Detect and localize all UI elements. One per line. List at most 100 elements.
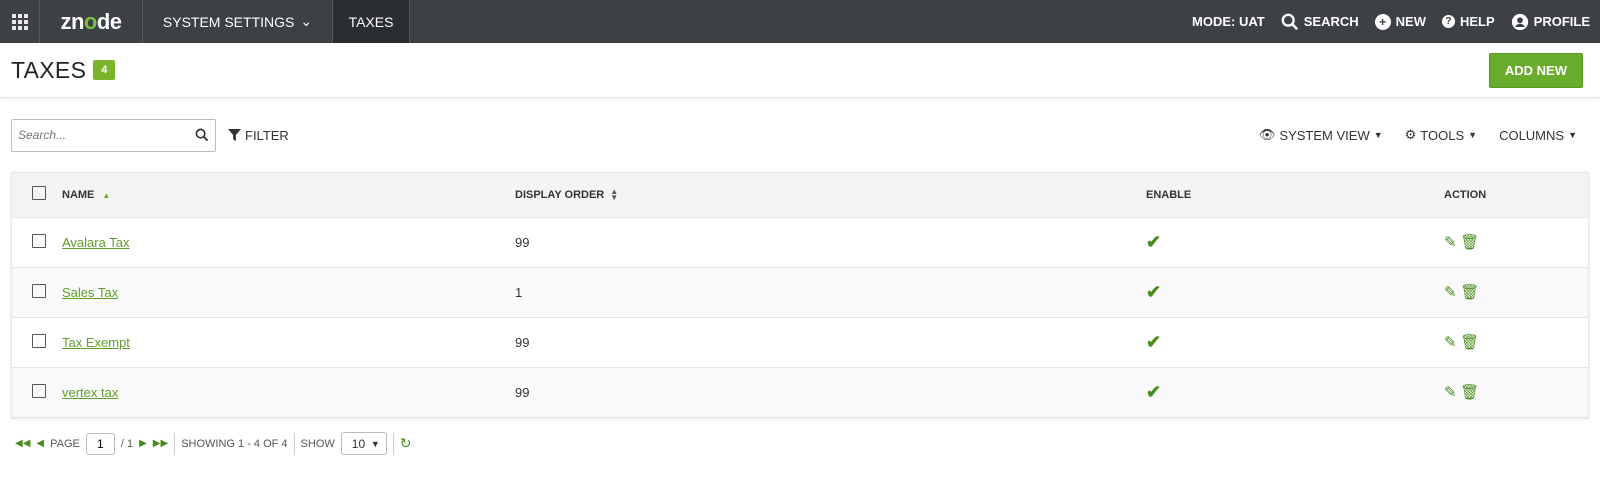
filter-label: FILTER: [245, 127, 289, 143]
show-label: SHOW: [300, 437, 335, 450]
action-cell: ✎ 🗑: [1444, 316, 1588, 367]
chevron-down-icon: ⌄: [300, 13, 313, 29]
select-all-cell: [12, 173, 62, 217]
grid-toolbar: FILTER 👁 SYSTEM VIEW ▼ ⚙ TOOLS ▼ COLUMNS…: [0, 98, 1600, 172]
new-button[interactable]: + NEW: [1374, 13, 1426, 30]
taxes-table: NAME ▲ DISPLAY ORDER ▲ ▼ ENABLE ACTION Aval…: [12, 173, 1588, 417]
name-cell: Tax Exempt: [62, 316, 515, 367]
apps-menu-button[interactable]: [0, 0, 40, 43]
columns-dropdown[interactable]: COLUMNS ▼: [1499, 128, 1577, 143]
tab-taxes[interactable]: TAXES: [333, 0, 410, 43]
last-page-icon[interactable]: ▶▶: [153, 438, 168, 449]
table-row: vertex tax 99 ✔ ✎ 🗑: [12, 366, 1588, 417]
table-header-row: NAME ▲ DISPLAY ORDER ▲ ▼ ENABLE ACTION: [12, 173, 1588, 217]
sort-icon: ▲ ▼: [610, 186, 619, 202]
trash-icon[interactable]: 🗑: [1460, 384, 1479, 401]
action-cell: ✎ 🗑: [1444, 266, 1588, 317]
check-icon: ✔: [1146, 331, 1162, 352]
column-header-action: ACTION: [1444, 173, 1588, 217]
column-header-display-order[interactable]: DISPLAY ORDER ▲ ▼: [515, 173, 1146, 217]
page-title: TAXES: [11, 56, 87, 83]
name-cell: vertex tax: [62, 366, 515, 417]
caret-down-icon: ▼: [1373, 130, 1383, 140]
eye-icon: 👁: [1258, 127, 1276, 142]
column-display-order-label: DISPLAY ORDER: [515, 188, 605, 201]
row-checkbox[interactable]: [32, 283, 46, 298]
page-number-input[interactable]: [85, 432, 115, 455]
tax-name-link[interactable]: Avalara Tax: [62, 235, 129, 250]
column-action-label: ACTION: [1444, 188, 1487, 201]
tax-name-link[interactable]: vertex tax: [62, 385, 118, 400]
page-size-value: 10: [351, 436, 366, 451]
filter-icon: [228, 128, 241, 141]
search-button[interactable]: SEARCH: [1281, 13, 1359, 31]
row-select-cell: [12, 316, 62, 367]
grid-icon: [11, 13, 28, 30]
system-view-dropdown[interactable]: 👁 SYSTEM VIEW ▼: [1259, 127, 1383, 143]
column-header-name[interactable]: NAME ▲: [62, 173, 515, 217]
columns-label: COLUMNS: [1499, 127, 1565, 143]
search-icon: [1281, 13, 1298, 30]
system-settings-menu[interactable]: SYSTEM SETTINGS ⌄: [143, 0, 333, 43]
gear-icon: ⚙: [1404, 127, 1417, 142]
row-checkbox[interactable]: [32, 383, 46, 398]
tools-dropdown[interactable]: ⚙ TOOLS ▼: [1405, 127, 1477, 143]
row-select-cell: [12, 216, 62, 267]
first-page-icon[interactable]: ◀◀: [15, 438, 30, 449]
edit-pencil-icon[interactable]: ✎: [1444, 334, 1457, 351]
row-checkbox[interactable]: [32, 233, 46, 248]
tools-label: TOOLS: [1420, 127, 1465, 143]
name-cell: Avalara Tax: [62, 216, 515, 267]
display-order-cell: 99: [515, 216, 1146, 267]
tax-name-link[interactable]: Tax Exempt: [62, 335, 130, 350]
check-icon: ✔: [1146, 381, 1162, 402]
search-box: [11, 118, 216, 152]
edit-pencil-icon[interactable]: ✎: [1444, 284, 1457, 301]
filter-button[interactable]: FILTER: [228, 128, 289, 143]
row-checkbox[interactable]: [32, 333, 46, 348]
check-icon: ✔: [1146, 281, 1162, 302]
prev-page-icon[interactable]: ◀: [36, 438, 44, 449]
divider: [293, 432, 295, 455]
sort-up-icon: ▲: [102, 190, 111, 200]
profile-button[interactable]: PROFILE: [1511, 13, 1590, 31]
enable-cell: ✔: [1146, 266, 1444, 317]
search-icon[interactable]: [195, 128, 209, 142]
name-cell: Sales Tax: [62, 266, 515, 317]
display-order-cell: 99: [515, 316, 1146, 367]
refresh-icon[interactable]: ↻: [400, 435, 412, 452]
help-label: HELP: [1459, 14, 1495, 29]
column-name-label: NAME: [62, 188, 95, 201]
table-row: Avalara Tax 99 ✔ ✎ 🗑: [12, 216, 1588, 267]
add-new-button[interactable]: ADD NEW: [1488, 52, 1583, 88]
select-all-checkbox[interactable]: [32, 186, 46, 201]
divider: [174, 432, 176, 455]
trash-icon[interactable]: 🗑: [1460, 334, 1479, 351]
page-size-select[interactable]: 10 ▼: [340, 432, 387, 455]
tab-taxes-label: TAXES: [348, 13, 394, 30]
edit-pencil-icon[interactable]: ✎: [1444, 384, 1457, 401]
plus-circle-icon: +: [1374, 13, 1391, 30]
search-input[interactable]: [18, 128, 188, 142]
system-settings-label: SYSTEM SETTINGS: [162, 13, 295, 30]
page-label: PAGE: [50, 437, 80, 450]
user-circle-icon: [1511, 13, 1528, 30]
page-header: TAXES 4 ADD NEW: [0, 43, 1600, 98]
table-row: Sales Tax 1 ✔ ✎ 🗑: [12, 266, 1588, 317]
next-page-icon[interactable]: ▶: [139, 438, 147, 449]
tax-name-link[interactable]: Sales Tax: [62, 285, 118, 300]
check-icon: ✔: [1146, 231, 1162, 252]
znode-logo[interactable]: zn o de: [40, 0, 143, 43]
new-label: NEW: [1395, 14, 1426, 29]
help-button[interactable]: ? HELP: [1441, 14, 1495, 29]
top-navbar: zn o de SYSTEM SETTINGS ⌄ TAXES MODE: UAT …: [0, 0, 1600, 43]
showing-count: SHOWING 1 - 4 OF 4: [181, 437, 288, 450]
mode-label: MODE: UAT: [1192, 14, 1265, 29]
edit-pencil-icon[interactable]: ✎: [1444, 234, 1457, 251]
taxes-table-container: NAME ▲ DISPLAY ORDER ▲ ▼ ENABLE ACTION Aval…: [11, 172, 1589, 418]
enable-cell: ✔: [1146, 366, 1444, 417]
trash-icon[interactable]: 🗑: [1460, 284, 1479, 301]
system-view-label: SYSTEM VIEW: [1279, 127, 1370, 143]
trash-icon[interactable]: 🗑: [1460, 234, 1479, 251]
caret-down-icon: ▼: [1568, 130, 1577, 140]
